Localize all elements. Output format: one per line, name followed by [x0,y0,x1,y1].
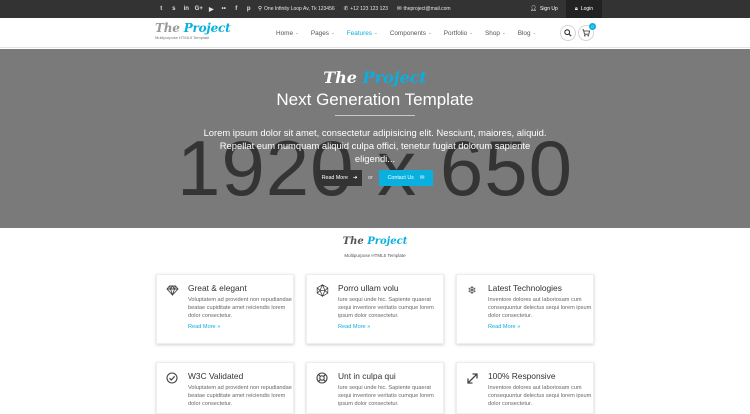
feature-card: W3C Validated Voluptatem ad provident no… [156,362,294,414]
envelope-icon: ✉ [396,6,402,12]
email-info[interactable]: ✉ theproject@mail.com [397,6,451,12]
phone-icon: ✆ [343,6,349,12]
main-header: The Project Multipurpose HTML5 Template … [0,18,750,48]
logo-tagline: Multipurpose HTML5 Template [155,35,210,40]
chevron-down-icon: ⌄ [428,30,432,35]
login-button[interactable]: 🔒︎ Login [566,0,602,18]
feature-card: 100% Responsive Inventore dolores aut la… [456,362,594,414]
contact-us-button[interactable]: Contact Us ✉ [378,170,433,186]
map-marker-icon: ⚲ [258,6,263,12]
nav-item-blog[interactable]: Blog ⌄ [518,30,537,37]
hero-divider [335,115,415,116]
chevron-down-icon: ⌄ [501,30,506,35]
nav-item-components[interactable]: Components ⌄ [390,30,432,37]
card-title: Latest Technologies [488,283,562,293]
signup-button[interactable]: 👤︎ Sign Up [526,0,566,18]
check-circle-icon [165,371,179,385]
expand-arrows-icon [465,371,479,385]
pinterest-icon[interactable]: p [243,6,256,12]
nav-item-shop[interactable]: Shop ⌄ [485,30,506,37]
card-body: Iure sequi unde hic. Sapiente quaerat se… [338,297,434,319]
linkedin-icon[interactable]: in [180,6,193,12]
lock-icon: 🔒︎ [574,5,578,12]
nav-item-pages[interactable]: Pages ⌄ [311,30,335,37]
envelope-icon: ✉ [419,175,425,181]
read-more-link[interactable]: Read More » [338,324,370,330]
chevron-down-icon: ⌄ [469,30,474,35]
hero-banner: 1920 x 650 The Project Next Generation T… [0,49,750,228]
twitter-icon[interactable]: t [155,6,168,12]
hero-text: Lorem ipsum dolor sit amet, consectetur … [203,127,547,164]
card-title: Porro ullam volu [338,283,399,293]
address-info: ⚲ One Infinity Loop Av, Tk 123456 [258,6,335,12]
shopping-cart-icon [582,29,590,37]
email-text[interactable]: theproject@mail.com [404,6,451,12]
arrow-right-icon: ➜ [352,175,358,181]
social-links: t s in G+ ▶ •• f p [155,0,255,18]
chevron-down-icon: ⌄ [532,30,537,35]
nav-item-home[interactable]: Home ⌄ [276,30,299,37]
chevron-down-icon: ⌄ [295,30,299,35]
read-more-link[interactable]: Read More » [488,324,520,330]
search-icon [564,29,572,37]
lifebuoy-icon [315,371,329,385]
cart-count-badge: 0 [589,23,596,30]
contact-us-label: Contact Us [387,175,414,181]
search-button[interactable] [560,25,576,41]
hero-title: Next Generation Template [276,90,474,109]
login-label: Login [580,6,594,12]
card-body: Inventore dolores aut laboriosam cum con… [488,385,592,407]
section-tagline: Multipurpose HTML5 Template [344,253,406,258]
feature-card: Great & elegant Voluptatem ad provident … [156,274,294,344]
contact-info: ⚲ One Infinity Loop Av, Tk 123456 ✆ +12 … [258,0,451,18]
read-more-button[interactable]: Read More ➜ [317,170,363,186]
logo-text: The Project [155,21,231,35]
read-more-link[interactable]: Read More » [188,324,220,330]
chevron-down-icon: ⌄ [330,30,335,35]
facebook-icon[interactable]: f [230,6,243,12]
main-nav: Home ⌄ Pages ⌄ Features ⌄ Components ⌄ Portf… [276,18,536,48]
nav-item-features[interactable]: Features ⌄ [347,30,378,37]
feature-card: ❄ Latest Technologies Inventore dolores … [456,274,594,344]
hero-logo: The Project [323,68,427,87]
signup-label: Sign Up [539,6,558,12]
user-icon: 👤︎ [530,6,537,12]
or-text: or [368,175,373,181]
read-more-label: Read More [321,175,348,181]
feature-card: Unt in culpa qui Iure sequi unde hic. Sa… [306,362,444,414]
card-title: W3C Validated [188,371,244,381]
top-bar: t s in G+ ▶ •• f p ⚲ One Infinity Loop A… [0,0,750,18]
address-text: One Infinity Loop Av, Tk 123456 [264,6,335,12]
diamond-icon [165,283,179,297]
card-title: 100% Responsive [488,371,556,381]
chevron-down-icon: ⌄ [373,30,378,35]
google-plus-icon[interactable]: G+ [193,6,206,12]
feature-card: Porro ullam volu Iure sequi unde hic. Sa… [306,274,444,344]
hero-buttons: Read More ➜ or Contact Us ✉ [0,170,750,186]
site-logo[interactable]: The Project Multipurpose HTML5 Template [155,21,231,40]
nav-item-portfolio[interactable]: Portfolio ⌄ [444,30,473,37]
card-body: Voluptatem ad provident non repudiandae … [188,297,292,319]
section-logo: The Project [342,236,408,247]
phone-text: +12 123 123 123 [350,6,388,12]
youtube-icon[interactable]: ▶ [205,6,218,13]
snowflake-icon: ❄ [467,284,477,297]
flickr-icon[interactable]: •• [218,6,231,12]
card-body: Inventore dolores aut laboriosam cum con… [488,297,592,319]
card-title: Great & elegant [188,283,247,293]
phone-info: ✆ +12 123 123 123 [344,6,388,12]
card-title: Unt in culpa qui [338,371,396,381]
card-body: Iure sequi unde hic. Sapiente quaerat se… [338,385,434,407]
skype-icon[interactable]: s [168,6,181,12]
card-body: Voluptatem ad provident non repudiandae … [188,385,292,407]
polyhedron-icon [315,283,329,297]
